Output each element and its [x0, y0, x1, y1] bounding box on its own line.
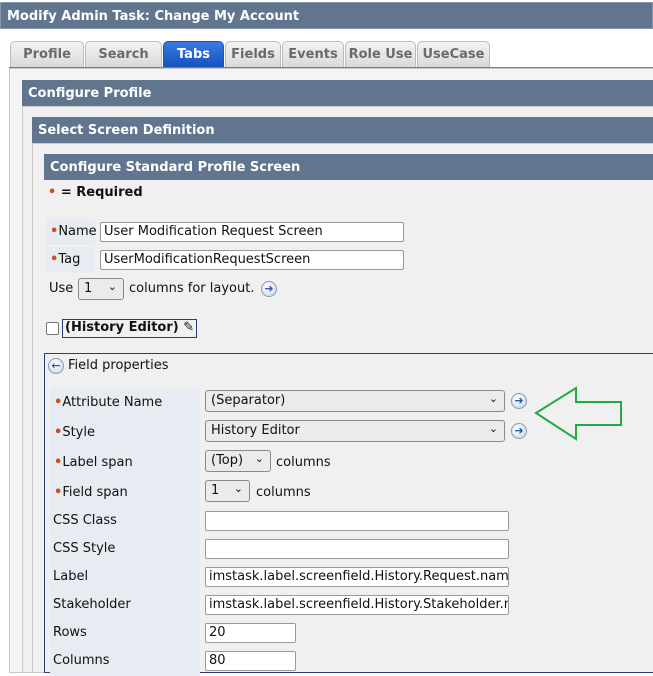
rows-input[interactable]: 20 — [205, 623, 296, 643]
tab-role-use[interactable]: Role Use — [345, 41, 416, 68]
style-select[interactable]: History Editor ⌄ — [205, 420, 505, 442]
label-span-select[interactable]: (Top) ⌄ — [205, 450, 271, 472]
field-span-label: •Field span — [50, 478, 200, 508]
field-span-suffix: columns — [256, 485, 311, 500]
window-title: Modify Admin Task: Change My Account — [0, 2, 653, 29]
tab-usecase[interactable]: UseCase — [417, 41, 490, 68]
field-span-select[interactable]: 1 ⌄ — [205, 480, 250, 502]
field-title[interactable]: (History Editor) ✎ — [62, 319, 198, 338]
rows-label: Rows — [50, 620, 200, 648]
layout-columns-select[interactable]: 1 ⌄ — [78, 278, 124, 300]
use-label: Use — [49, 281, 74, 296]
tab-tabs[interactable]: Tabs — [163, 41, 224, 68]
css-class-label: CSS Class — [50, 508, 200, 536]
name-input[interactable]: User Modification Request Screen — [100, 222, 404, 242]
field-checkbox[interactable] — [46, 322, 59, 335]
attribute-name-select[interactable]: (Separator) ⌄ — [205, 390, 505, 412]
css-class-input[interactable] — [205, 511, 509, 531]
green-arrow-annotation — [534, 386, 622, 441]
css-style-label: CSS Style — [50, 536, 200, 564]
tag-label: •Tag — [46, 247, 95, 273]
label-field-label: Label — [50, 564, 200, 592]
configure-profile-header: Configure Profile — [22, 80, 653, 106]
columns-suffix: columns for layout. — [129, 281, 255, 296]
required-legend: • = Required — [48, 185, 143, 200]
tab-events[interactable]: Events — [282, 41, 344, 68]
style-go-button[interactable]: ➜ — [511, 423, 527, 439]
stakeholder-label: Stakeholder — [50, 592, 200, 620]
field-properties-title: Field properties — [68, 358, 169, 373]
name-label: •Name — [46, 219, 97, 245]
tab-fields[interactable]: Fields — [225, 41, 281, 68]
attribute-go-button[interactable]: ➜ — [511, 393, 527, 409]
columns-input[interactable]: 80 — [205, 651, 296, 671]
tab-profile[interactable]: Profile — [10, 41, 84, 68]
style-label: •Style — [50, 418, 200, 448]
label-span-suffix: columns — [276, 455, 331, 470]
stakeholder-input[interactable]: imstask.label.screenfield.History.Stakeh… — [205, 595, 509, 615]
pencil-icon[interactable]: ✎ — [183, 320, 194, 335]
label-span-label: •Label span — [50, 448, 200, 478]
collapse-arrow-icon[interactable]: ← — [48, 358, 64, 374]
select-screen-header: Select Screen Definition — [32, 117, 653, 143]
label-input[interactable]: imstask.label.screenfield.History.Reques… — [205, 567, 509, 587]
apply-columns-button[interactable]: ➜ — [261, 281, 277, 297]
tab-search[interactable]: Search — [85, 41, 162, 68]
attribute-name-label: •Attribute Name — [50, 388, 200, 418]
columns-label: Columns — [50, 648, 200, 676]
tab-bar: Profile Search Tabs Fields Events Role U… — [10, 41, 491, 68]
tag-input[interactable]: UserModificationRequestScreen — [100, 250, 404, 270]
css-style-input[interactable] — [205, 539, 509, 559]
configure-standard-header: Configure Standard Profile Screen — [44, 154, 653, 180]
